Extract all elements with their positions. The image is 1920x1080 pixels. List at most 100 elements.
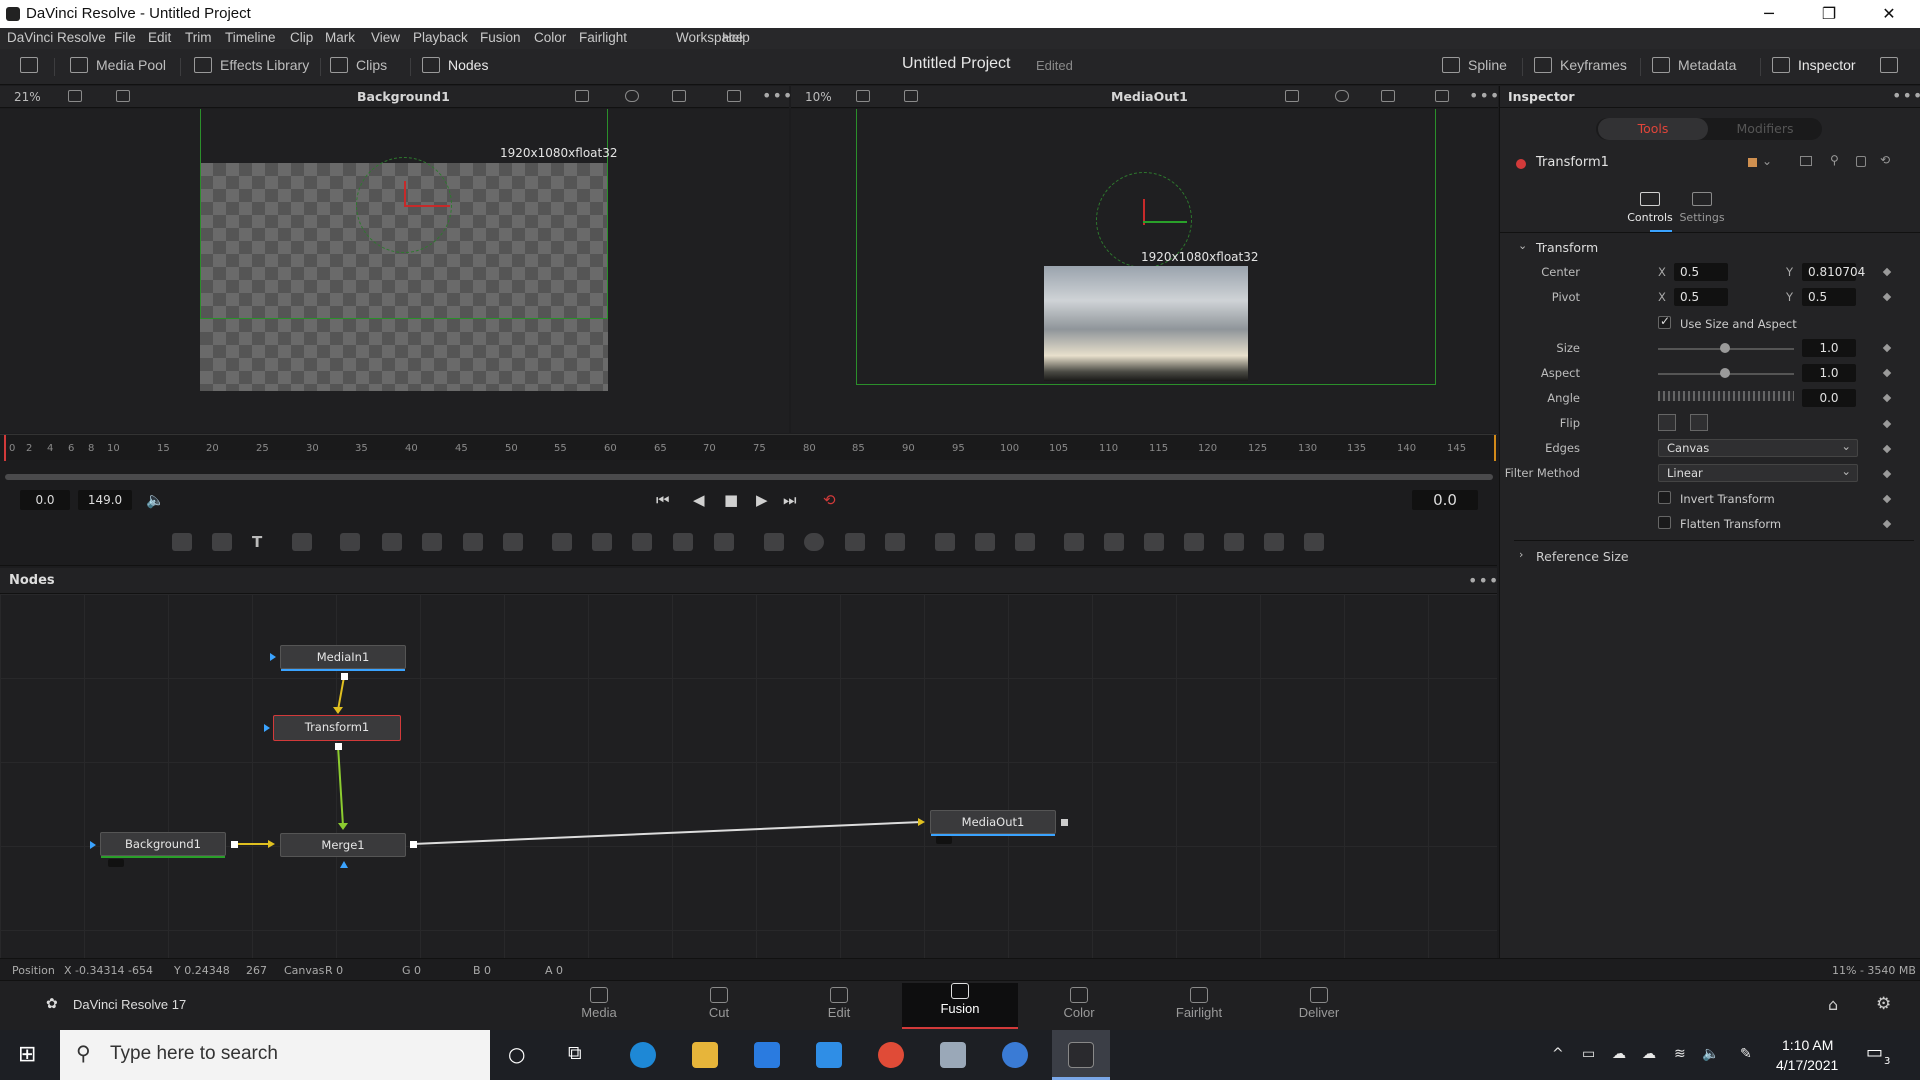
background-tool-icon[interactable]	[172, 533, 192, 551]
menu-help[interactable]: Help	[722, 30, 750, 45]
angle-dial[interactable]	[1658, 391, 1794, 401]
color-curves-tool-icon[interactable]	[422, 533, 442, 551]
workspace-toggle-button[interactable]	[20, 57, 38, 73]
chevron-down-icon[interactable]: ⌄	[1518, 239, 1527, 252]
lock-icon[interactable]	[1856, 156, 1866, 167]
menu-view[interactable]: View	[371, 30, 400, 45]
flatten-transform-checkbox[interactable]	[1658, 516, 1671, 529]
windows-start-icon[interactable]: ⊞	[18, 1042, 36, 1067]
keyframe-diamond-icon[interactable]	[1882, 343, 1892, 353]
playhead-start[interactable]	[4, 435, 6, 461]
node-mediain1[interactable]: MediaIn1	[280, 645, 406, 671]
media-pool-button[interactable]: Media Pool	[70, 57, 166, 73]
pivot-x-field[interactable]: 0.5	[1674, 288, 1728, 306]
bspline-mask-icon[interactable]	[885, 533, 905, 551]
subtab-controls[interactable]: Controls	[1624, 192, 1676, 230]
nodes-button[interactable]: Nodes	[422, 57, 488, 73]
flip-vertical-icon[interactable]	[1690, 414, 1708, 431]
playhead-end[interactable]	[1494, 435, 1496, 461]
fast-noise-tool-icon[interactable]	[382, 533, 402, 551]
right-viewer-zoom[interactable]: 10%	[805, 90, 832, 104]
menu-clip[interactable]: Clip	[290, 30, 313, 45]
chevron-down-icon[interactable]: ⌄	[1762, 154, 1772, 168]
color-channel-icon[interactable]	[1335, 90, 1349, 102]
particles-tool-icon[interactable]	[340, 533, 360, 551]
fullscreen-button[interactable]	[1880, 57, 1898, 73]
play-forward-icon[interactable]: ▶	[756, 491, 768, 509]
spotlight-icon[interactable]	[1264, 533, 1284, 551]
keyframe-diamond-icon[interactable]	[1882, 444, 1892, 454]
merge-3d-icon[interactable]	[1104, 533, 1124, 551]
keyframe-diamond-icon[interactable]	[1882, 494, 1892, 504]
qbittorrent-icon[interactable]	[1002, 1042, 1028, 1068]
menu-playback[interactable]: Playback	[413, 30, 468, 45]
color-channel-icon[interactable]	[625, 90, 639, 102]
menu-fairlight[interactable]: Fairlight	[579, 30, 627, 45]
camera-3d-icon[interactable]	[1184, 533, 1204, 551]
show-hidden-icons-icon[interactable]: ^	[1552, 1046, 1564, 1062]
go-to-end-icon[interactable]: ⏭	[783, 491, 797, 509]
menu-timeline[interactable]: Timeline	[225, 30, 276, 45]
blur-tool-icon[interactable]	[503, 533, 523, 551]
menu-trim[interactable]: Trim	[185, 30, 212, 45]
metadata-button[interactable]: Metadata	[1652, 57, 1736, 73]
effects-library-button[interactable]: Effects Library	[194, 57, 309, 73]
safe-area-icon[interactable]	[727, 90, 741, 102]
brightness-tool-icon[interactable]	[463, 533, 483, 551]
node-view-indicator[interactable]	[936, 836, 952, 844]
tab-modifiers[interactable]: Modifiers	[1710, 118, 1820, 140]
matte-control-tool-icon[interactable]	[632, 533, 652, 551]
volume-icon[interactable]: 🔈	[1702, 1046, 1719, 1062]
camera-tracker-icon[interactable]	[1015, 533, 1035, 551]
minimize-button[interactable]: ─	[1746, 2, 1792, 26]
keyframe-diamond-icon[interactable]	[1882, 519, 1892, 529]
rectangle-mask-icon[interactable]	[764, 533, 784, 551]
menu-fusion[interactable]: Fusion	[480, 30, 521, 45]
notifications-icon[interactable]: ▭	[1866, 1042, 1883, 1063]
page-tab-fusion[interactable]: Fusion	[902, 983, 1018, 1029]
audio-speaker-icon[interactable]: 🔈	[146, 491, 165, 509]
roi-icon[interactable]	[575, 90, 589, 102]
clips-button[interactable]: Clips	[330, 57, 387, 73]
cloud-upload-icon[interactable]: ☁	[1612, 1046, 1626, 1062]
menu-file[interactable]: File	[114, 30, 136, 45]
render-start-field[interactable]: 0.0	[20, 490, 70, 510]
pivot-y-field[interactable]: 0.5	[1802, 288, 1856, 306]
keyframe-diamond-icon[interactable]	[1882, 292, 1892, 302]
gear-icon[interactable]: ⚙	[1876, 994, 1891, 1014]
chrome-icon[interactable]	[878, 1042, 904, 1068]
image-plane-3d-icon[interactable]	[1224, 533, 1244, 551]
menu-davinci-resolve[interactable]: DaVinci Resolve	[7, 30, 106, 45]
version-icon[interactable]	[1800, 156, 1812, 166]
edges-dropdown[interactable]: Canvas ⌄	[1658, 439, 1858, 457]
menu-color[interactable]: Color	[534, 30, 566, 45]
node-output-pin[interactable]	[335, 743, 342, 750]
tracker-tool-icon[interactable]	[935, 533, 955, 551]
tab-tools[interactable]: Tools	[1598, 118, 1708, 140]
viewer-options-icon[interactable]	[904, 90, 918, 102]
timeline-ruler[interactable]: 0 2 4 6 8 10 15 20 25 30 35 40 45 50 55 …	[0, 434, 1497, 461]
flip-horizontal-icon[interactable]	[1658, 414, 1676, 431]
pen-icon[interactable]: ✎	[1740, 1046, 1752, 1062]
resize-tool-icon[interactable]	[673, 533, 693, 551]
node-output-pin[interactable]	[341, 673, 348, 680]
onedrive-icon[interactable]: ☁	[1642, 1046, 1656, 1062]
page-tab-media[interactable]: Media	[544, 987, 654, 1029]
filter-method-dropdown[interactable]: Linear ⌄	[1658, 464, 1858, 482]
inspector-more-icon[interactable]: •••	[1892, 86, 1920, 105]
page-tab-fairlight[interactable]: Fairlight	[1144, 987, 1254, 1029]
edge-browser-icon[interactable]	[630, 1042, 656, 1068]
task-view-icon[interactable]: ⧉	[568, 1042, 582, 1064]
mail-icon[interactable]	[816, 1042, 842, 1068]
size-slider-knob[interactable]	[1720, 343, 1730, 353]
keyframe-diamond-icon[interactable]	[1882, 393, 1892, 403]
aspect-field[interactable]: 1.0	[1802, 364, 1856, 382]
left-viewer-zoom[interactable]: 21%	[14, 90, 41, 104]
node-color-swatch[interactable]	[1748, 158, 1757, 167]
angle-field[interactable]: 0.0	[1802, 389, 1856, 407]
loop-icon[interactable]: ⟲	[823, 491, 836, 509]
play-reverse-icon[interactable]: ◀	[693, 491, 705, 509]
viewer-layout-icon[interactable]	[68, 90, 82, 102]
node-background1[interactable]: Background1	[100, 832, 226, 858]
viewer-options-icon[interactable]	[116, 90, 130, 102]
